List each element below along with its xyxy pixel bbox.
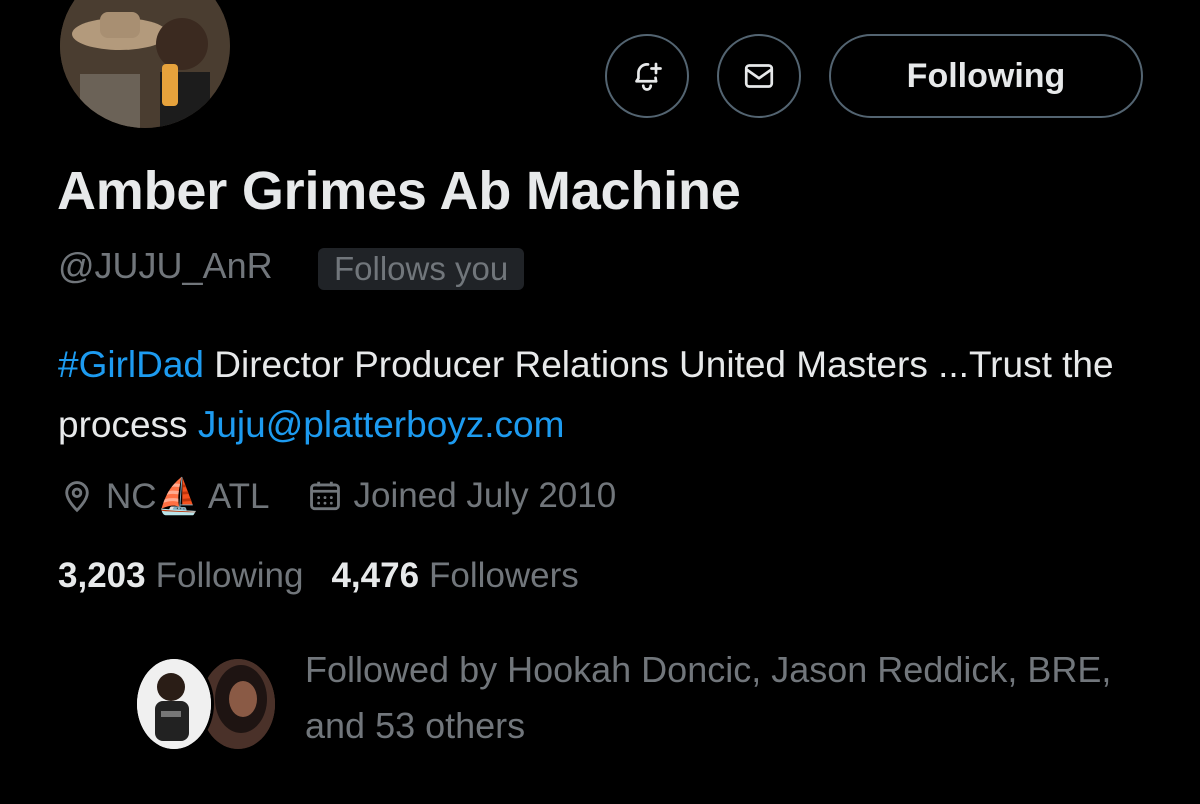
location-item: NC⛵ ATL [58,476,270,517]
following-count: 3,203 [58,556,146,595]
following-label: Following [155,556,304,595]
bio-email-link[interactable]: Juju@platterboyz.com [198,404,565,445]
envelope-icon [744,64,774,88]
follow-stats: 3,203 Following 4,476 Followers [58,556,579,596]
followers-label: Followers [429,556,579,595]
follows-you-badge: Follows you [318,248,525,290]
followers-stat[interactable]: 4,476 Followers [331,556,578,596]
display-name: Amber Grimes Ab Machine [57,161,741,221]
location-text: NC⛵ ATL [106,476,270,516]
following-button[interactable]: Following [829,34,1143,118]
avatar-photo [60,0,230,128]
profile-bio: #GirlDad Director Producer Relations Uni… [58,335,1168,455]
user-handle: @JUJU_AnR [58,245,273,286]
profile-meta: NC⛵ ATL Joined July 2010 [58,472,616,520]
profile-avatar[interactable] [56,0,234,132]
following-button-label: Following [906,56,1066,95]
calendar-icon [309,481,340,511]
follower-avatar-photo [137,659,211,749]
followed-by-text[interactable]: Followed by Hookah Doncic, Jason Reddick… [305,642,1165,754]
bell-plus-icon [635,62,662,91]
bio-hashtag-link[interactable]: #GirlDad [58,344,204,385]
followers-count: 4,476 [331,556,420,595]
joined-text: Joined July 2010 [353,476,617,515]
follower-avatar[interactable] [134,656,214,752]
message-button[interactable] [717,34,801,118]
joined-item: Joined July 2010 [306,476,617,516]
following-stat[interactable]: 3,203 Following [58,556,303,596]
location-pin-icon [65,481,89,513]
notify-button[interactable] [605,34,689,118]
